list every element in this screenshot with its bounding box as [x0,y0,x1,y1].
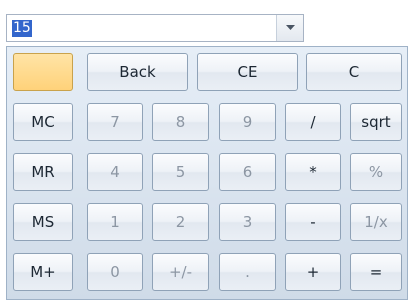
subtract-button[interactable]: - [285,203,341,241]
memory-clear-button[interactable]: MC [13,103,73,141]
memory-store-button[interactable]: MS [13,203,73,241]
divide-button[interactable]: / [285,103,341,141]
display-value[interactable]: 15 [12,20,32,37]
digit-9-button[interactable]: 9 [219,103,276,141]
add-button[interactable]: + [285,253,341,291]
clear-entry-button[interactable]: CE [197,53,298,91]
digit-0-button[interactable]: 0 [87,253,143,291]
back-button[interactable]: Back [87,53,188,91]
sqrt-button[interactable]: sqrt [350,103,402,141]
sign-toggle-button[interactable]: +/- [152,253,209,291]
digit-2-button[interactable]: 2 [152,203,209,241]
digit-5-button[interactable]: 5 [152,153,209,191]
digit-8-button[interactable]: 8 [152,103,209,141]
digit-7-button[interactable]: 7 [87,103,143,141]
percent-button[interactable]: % [350,153,402,191]
memory-indicator [13,53,73,91]
multiply-button[interactable]: * [285,153,341,191]
clear-button[interactable]: C [306,53,402,91]
dropdown-button[interactable] [276,15,303,41]
digit-4-button[interactable]: 4 [87,153,143,191]
equals-button[interactable]: = [350,253,402,291]
reciprocal-button[interactable]: 1/x [350,203,402,241]
keypad-panel: Back CE C MC 7 8 9 / sqrt MR 4 5 6 * % M… [6,46,408,300]
decimal-button[interactable]: . [219,253,276,291]
digit-6-button[interactable]: 6 [219,153,276,191]
memory-recall-button[interactable]: MR [13,153,73,191]
display-combobox[interactable]: 15 [6,14,304,42]
chevron-down-icon [286,25,295,30]
digit-3-button[interactable]: 3 [219,203,276,241]
memory-add-button[interactable]: M+ [13,253,73,291]
digit-1-button[interactable]: 1 [87,203,143,241]
